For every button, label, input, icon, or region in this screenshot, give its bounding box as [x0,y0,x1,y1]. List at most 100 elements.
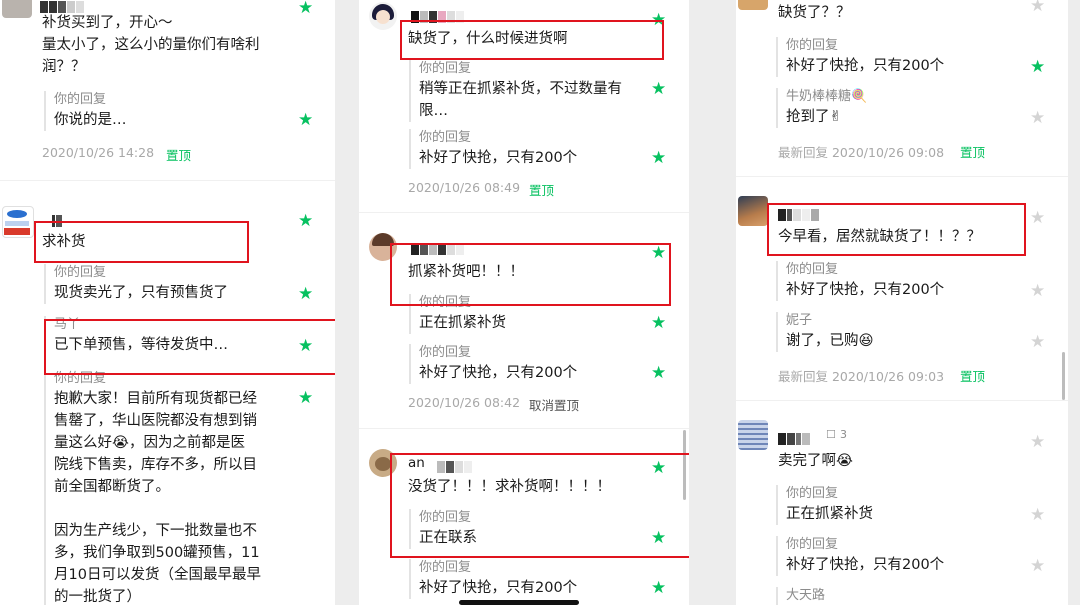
star-icon[interactable]: ★ [298,112,313,129]
reply-author: 你的回复 [54,371,107,386]
star-icon[interactable]: ★ [651,315,666,332]
reply-text: 正在抓紧补货 [786,506,873,522]
comment-text: 补货买到了，开心～ 量太小了，这么小的量你们有啥利 润？？ [42,15,260,75]
star-icon[interactable]: ★ [651,150,666,167]
reply-text: 谢了，已购😆 [786,333,874,349]
nickname-mosaic [437,458,473,473]
pin-button[interactable]: 置顶 [166,145,191,164]
user-avatar[interactable] [738,0,768,10]
reply-block: 妮子 谢了，已购😆 [776,312,874,352]
star-icon[interactable]: ★ [1030,283,1045,300]
reply-block: 你的回复 补好了快抢，只有200个 [776,261,944,301]
user-avatar[interactable] [369,233,397,261]
reply-text: 正在抓紧补货 [419,315,506,331]
star-icon[interactable]: ★ [1030,334,1045,351]
star-icon[interactable]: ★ [651,530,666,547]
timestamp: 2020/10/26 08:49 [408,180,521,195]
nickname-mosaic [778,206,820,221]
comment-text: 缺货了？？ [778,5,851,21]
comment-text: 没货了！！！求补货啊！！！！ [408,479,611,495]
reply-block: 你的回复 补好了快抢，只有200个 [776,37,944,77]
reply-text: 补好了快抢，只有200个 [786,58,945,74]
scrollbar[interactable] [683,430,686,500]
reply-text: 补好了快抢，只有200个 [786,557,945,573]
pin-button[interactable]: 置顶 [960,142,985,161]
user-avatar[interactable] [369,2,397,30]
timestamp: 2020/10/26 08:42 [408,395,521,410]
comment-text: 卖完了啊😭 [778,453,853,469]
star-icon[interactable]: ★ [651,245,666,262]
star-icon[interactable]: ★ [651,460,666,477]
star-icon[interactable]: ★ [298,213,313,230]
reply-author: 你的回复 [786,38,839,53]
divider [736,400,1068,401]
nickname-mosaic [411,8,465,23]
star-icon[interactable]: ★ [1030,210,1045,227]
user-avatar[interactable] [2,206,34,238]
pin-button[interactable]: 置顶 [960,366,985,385]
reply-author: 你的回复 [786,537,839,552]
reply-author: 你的回复 [419,295,472,310]
reply-block: 你的回复 补好了快抢，只有200个 [409,129,577,169]
comment-text: 今早看，居然就缺货了！！？？ [778,229,981,245]
nickname-mosaic [778,430,811,445]
divider [359,212,689,213]
star-icon[interactable]: ★ [298,390,313,407]
like-count: 3 [840,428,847,441]
reply-text: 你说的是… [54,112,127,128]
star-icon[interactable]: ★ [651,81,666,98]
user-avatar[interactable] [369,449,397,477]
reply-text: 已下单预售，等待发货中… [54,337,228,353]
home-indicator [459,600,579,605]
star-icon[interactable]: ★ [651,12,666,29]
nickname-mosaic [40,0,85,13]
like-icon[interactable]: ☐ [826,428,836,441]
reply-text: 稍等正在抓紧补货，不过数量有 限… [419,81,622,119]
star-icon[interactable]: ★ [298,286,313,303]
star-icon[interactable]: ★ [298,0,313,17]
star-icon[interactable]: ★ [1030,110,1045,127]
user-avatar[interactable] [2,0,32,18]
reply-text: 正在联系 [419,530,477,546]
reply-text: 补好了快抢，只有200个 [419,150,578,166]
star-icon[interactable]: ★ [651,365,666,382]
comment-panel-3: ★ 缺货了？？ 你的回复 补好了快抢，只有200个 ★ 牛奶棒棒糖🍭 抢到了✌ … [736,0,1068,605]
user-avatar[interactable] [738,420,768,450]
comment-panel-2: ★ 缺货了，什么时候进货啊 你的回复 稍等正在抓紧补货，不过数量有 限… ★ 你… [359,0,689,605]
user-avatar[interactable] [738,196,768,226]
scrollbar[interactable] [1062,352,1065,400]
reply-author: 你的回复 [419,61,472,76]
reply-block: 马丫 已下单预售，等待发货中… [44,316,228,356]
divider [736,176,1068,177]
star-icon[interactable]: ★ [1030,0,1045,15]
reply-block: 你的回复 补好了快抢，只有200个 [776,536,944,576]
star-icon[interactable]: ★ [1030,59,1045,76]
reply-block: 你的回复 补好了快抢，只有200个 [409,559,577,599]
reply-author: 大天路 [786,588,826,603]
reply-text: 抱歉大家！目前所有现货都已经 售罄了，华山医院都没有想到销 量这么好😭，因为之前… [54,391,261,605]
reply-block: 你的回复 现货卖光了，只有预售货了 [44,264,228,304]
star-icon[interactable]: ★ [651,580,666,597]
comment-text: 缺货了，什么时候进货啊 [408,31,568,47]
reply-block: 你的回复 正在抓紧补货 [409,294,506,334]
star-icon[interactable]: ★ [1030,507,1045,524]
comment-panel-1: ★ 补货买到了，开心～ 量太小了，这么小的量你们有啥利 润？？ 你的回复 你说的… [0,0,335,605]
pin-button[interactable]: 置顶 [529,180,554,199]
comment-text: 抓紧补货吧！！！ [408,264,524,280]
nickname-mosaic [411,240,465,255]
reply-author: 你的回复 [419,560,472,575]
star-icon[interactable]: ★ [298,338,313,355]
reply-block: 你的回复 稍等正在抓紧补货，不过数量有 限… [409,60,622,122]
unpin-button[interactable]: 取消置顶 [529,395,579,414]
reply-author: 牛奶棒棒糖🍭 [786,89,868,104]
star-icon[interactable]: ★ [1030,434,1045,451]
reply-text: 补好了快抢，只有200个 [419,580,578,596]
star-icon[interactable]: ★ [1030,558,1045,575]
reply-text: 现货卖光了，只有预售货了 [54,285,228,301]
reply-author: 你的回复 [786,262,839,277]
reply-block: 牛奶棒棒糖🍭 抢到了✌ [776,88,867,128]
timestamp: 最新回复 2020/10/26 09:08 [778,145,945,160]
reply-text: 补好了快抢，只有200个 [419,365,578,381]
reply-author: 你的回复 [419,510,472,525]
reply-author: 你的回复 [54,265,107,280]
